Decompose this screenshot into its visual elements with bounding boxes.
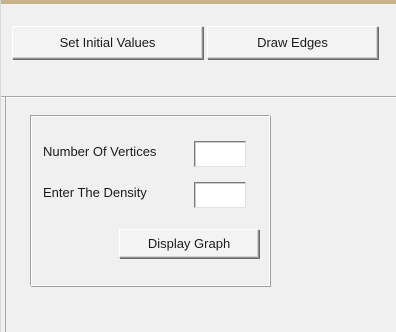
density-label: Enter The Density: [43, 185, 147, 200]
vertices-input[interactable]: [194, 141, 246, 167]
toolbar-divider-highlight: [1, 97, 396, 98]
display-graph-button[interactable]: Display Graph: [119, 229, 259, 258]
density-input[interactable]: [194, 182, 246, 208]
vertices-label: Number Of Vertices: [43, 144, 157, 159]
content-left-border: [5, 97, 6, 332]
set-initial-values-button[interactable]: Set Initial Values: [12, 26, 203, 59]
draw-edges-button[interactable]: Draw Edges: [207, 26, 378, 59]
toolbar: Set Initial Values Draw Edges: [1, 4, 396, 69]
app-window: Set Initial Values Draw Edges Number Of …: [0, 0, 396, 332]
